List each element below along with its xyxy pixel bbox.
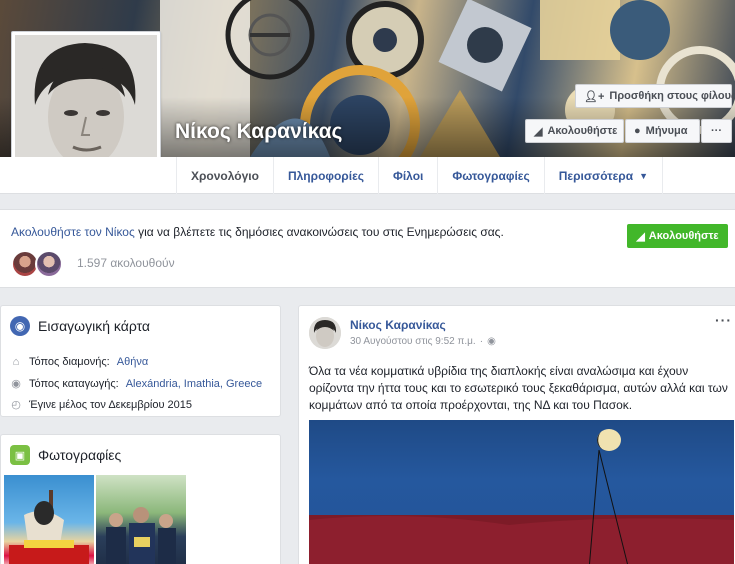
add-friend-icon: 👤︎+	[584, 90, 605, 103]
follow-label: Ακολουθήστε	[547, 125, 618, 137]
rss-icon: ◢	[534, 125, 543, 138]
from-row: ◉ Τόπος καταγωγής: Alexándria, Imathia, …	[10, 377, 262, 391]
profile-tabs: Χρονολόγιο Πληροφορίες Φίλοι Φωτογραφίες…	[176, 157, 664, 194]
post-image[interactable]	[309, 420, 734, 564]
profile-picture-image	[15, 35, 157, 177]
follow-link[interactable]: Ακολουθήστε τον Νίκος	[11, 225, 135, 239]
photos-title: Φωτογραφίες	[38, 447, 122, 463]
post-date[interactable]: 30 Αυγούστου στις 9:52 π.μ.	[350, 336, 476, 347]
tab-about[interactable]: Πληροφορίες	[272, 157, 378, 194]
post-options-icon[interactable]: ···	[715, 312, 732, 328]
from-value-link[interactable]: Alexándria, Imathia, Greece	[126, 378, 262, 390]
post-text: Όλα τα νέα κομματικά υβρίδια της διαπλοκ…	[309, 364, 728, 412]
followers-count[interactable]: 1.597 ακολουθούν	[77, 256, 175, 270]
post-meta: 30 Αυγούστου στις 9:52 π.μ. · ◉	[350, 336, 496, 347]
intro-card-header: ◉ Εισαγωγική κάρτα	[10, 316, 150, 336]
tab-more[interactable]: Περισσότερα ▼	[543, 157, 664, 194]
intro-title: Εισαγωγική κάρτα	[38, 318, 151, 334]
follow-green-label: Ακολουθήστε	[648, 230, 719, 242]
intro-card: ◉ Εισαγωγική κάρτα ⌂ Τόπος διαμονής: Αθή…	[0, 305, 281, 417]
messenger-icon: ●	[634, 125, 641, 137]
follow-banner-rest: για να βλέπετε τις δημόσιες ανακοινώσεις…	[134, 225, 504, 239]
more-dots: ···	[711, 125, 722, 137]
tab-timeline[interactable]: Χρονολόγιο	[176, 157, 273, 194]
tab-photos[interactable]: Φωτογραφίες	[437, 157, 543, 194]
lives-value-link[interactable]: Αθήνα	[117, 356, 148, 368]
tab-more-label: Περισσότερα	[558, 168, 634, 183]
follow-green-button[interactable]: ◢ Ακολουθήστε	[627, 224, 728, 248]
photos-card: ▣ Φωτογραφίες	[0, 434, 281, 564]
photo-thumbnail[interactable]	[4, 475, 94, 564]
add-friend-label: Προσθήκη στους φίλους	[609, 90, 735, 102]
from-label: Τόπος καταγωγής:	[29, 377, 119, 390]
lives-label: Τόπος διαμονής:	[29, 356, 110, 368]
avatar[interactable]	[309, 317, 341, 349]
photos-icon: ▣	[10, 445, 30, 465]
tab-about-label: Πληροφορίες	[287, 168, 364, 183]
lives-in-row: ⌂ Τόπος διαμονής: Αθήνα	[10, 356, 149, 368]
more-options-button[interactable]: ···	[701, 119, 732, 143]
rss-icon: ◢	[636, 230, 645, 243]
avatar[interactable]	[35, 250, 63, 278]
photos-card-header[interactable]: ▣ Φωτογραφίες	[10, 445, 121, 465]
profile-nav-bar: Χρονολόγιο Πληροφορίες Φίλοι Φωτογραφίες…	[0, 157, 735, 194]
chevron-down-icon: ▼	[639, 170, 649, 181]
separator: ·	[479, 336, 484, 347]
tab-friends-label: Φίλοι	[393, 168, 424, 183]
follow-button[interactable]: ◢ Ακολουθήστε	[525, 119, 624, 143]
tab-timeline-label: Χρονολόγιο	[191, 168, 259, 183]
home-icon: ⌂	[12, 356, 20, 368]
follower-avatars	[11, 250, 63, 278]
message-button[interactable]: ● Μήνυμα	[625, 119, 700, 143]
photo-thumbnail[interactable]	[96, 475, 186, 564]
timeline-post: Νίκος Καρανίκας 30 Αυγούστου στις 9:52 π…	[298, 305, 735, 564]
clock-icon: ◴	[11, 399, 21, 411]
location-pin-icon: ◉	[11, 378, 21, 390]
tab-friends[interactable]: Φίλοι	[378, 157, 437, 194]
follow-banner: Ακολουθήστε τον Νίκος για να βλέπετε τις…	[0, 209, 735, 288]
joined-text: Έγινε μέλος τον Δεκεμβρίου 2015	[29, 398, 193, 411]
add-friend-button[interactable]: 👤︎+ Προσθήκη στους φίλους	[575, 84, 735, 108]
tab-photos-label: Φωτογραφίες	[452, 168, 530, 183]
globe-icon: ◉	[10, 316, 30, 336]
profile-name[interactable]: Νίκος Καρανίκας	[175, 120, 342, 144]
globe-icon: ◉	[487, 336, 496, 347]
message-label: Μήνυμα	[645, 125, 688, 137]
follow-banner-text: Ακολουθήστε τον Νίκος για να βλέπετε τις…	[11, 225, 504, 239]
joined-row: ◴ Έγινε μέλος τον Δεκεμβρίου 2015	[10, 398, 193, 412]
post-author[interactable]: Νίκος Καρανίκας	[350, 318, 446, 332]
